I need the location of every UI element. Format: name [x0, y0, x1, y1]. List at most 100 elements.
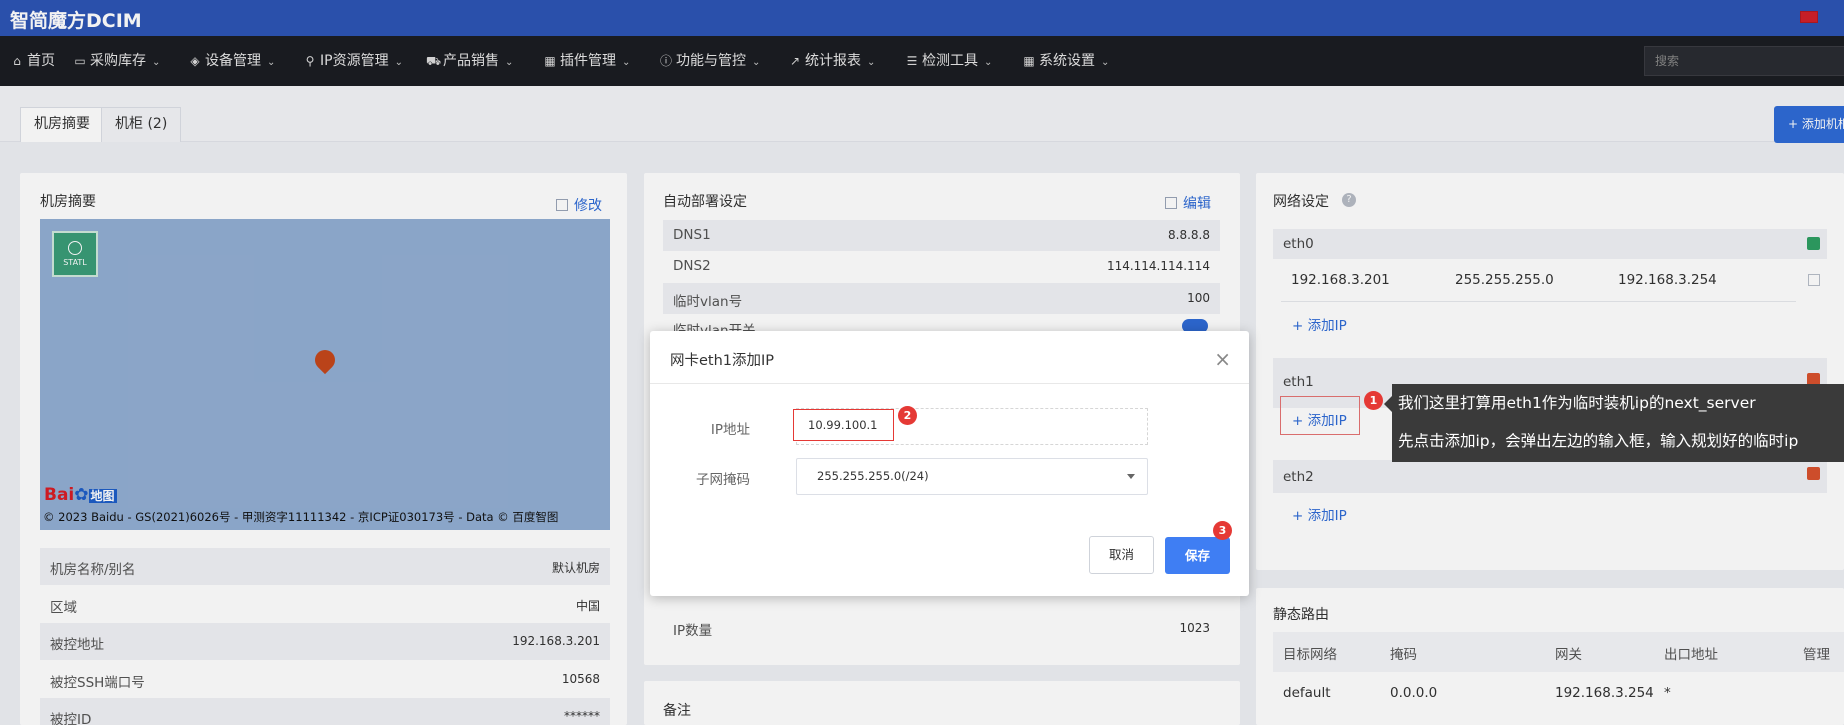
nav-label: 首页 [27, 53, 55, 69]
nav-label: IP资源管理 [320, 53, 389, 69]
cancel-button[interactable]: 取消 [1089, 536, 1154, 574]
row-key: DNS1 [673, 227, 711, 243]
route-target: default [1283, 685, 1331, 701]
notes-panel [644, 681, 1240, 725]
grid-icon: ▦ [544, 54, 556, 68]
deploy-row: DNS1 8.8.8.8 [663, 220, 1220, 251]
chevron-down-icon: ⌄ [752, 57, 761, 68]
row-value: ****** [564, 709, 600, 723]
route-th-exit: 出口地址 [1664, 647, 1718, 663]
nav-item-tools[interactable]: ☰ 检测工具 ⌄ [905, 36, 993, 86]
chevron-down-icon: ⌄ [1101, 57, 1110, 68]
map-view[interactable]: STATL Bai✿ 地图 © 2023 Baidu - GS(2021)6026… [40, 219, 610, 530]
map-marker-icon: ⚲ [305, 54, 315, 68]
map-copyright: © 2023 Baidu - GS(2021)6026号 - 甲测资字11111… [43, 510, 559, 524]
map-stamp-text: STATL [63, 258, 87, 267]
row-value: 114.114.114.114 [1106, 259, 1210, 273]
row-key: 被控地址 [50, 637, 104, 653]
row-value: 中国 [575, 599, 600, 613]
help-icon[interactable]: ? [1342, 193, 1356, 207]
main-nav: ⌂ 首页 ▭ 采购库存 ⌄ ◈ 设备管理 ⌄ ⚲ IP资源管理 ⌄ ⛟ 产品销售 ⌄ ▦ 插件管理 ⌄… [0, 36, 1844, 86]
nav-item-purchase[interactable]: ▭ 采购库存 ⌄ [73, 36, 160, 86]
route-th-mask: 掩码 [1390, 647, 1417, 663]
nav-item-stats[interactable]: ↗ 统计报表 ⌄ [788, 36, 875, 86]
chevron-down-icon: ⌄ [152, 57, 161, 68]
paw-icon: ✿ [74, 485, 89, 505]
search-input[interactable]: 搜索 [1644, 46, 1844, 76]
deploy-title: 自动部署设定 [663, 194, 747, 210]
ip-address-input[interactable]: 10.99.100.1 [793, 409, 894, 441]
eth0-mask: 255.255.255.0 [1455, 272, 1554, 288]
nav-item-plugins[interactable]: ▦ 插件管理 ⌄ [543, 36, 630, 86]
row-value: 192.168.3.201 [512, 634, 600, 648]
edit-icon [1165, 197, 1177, 209]
nav-label: 统计报表 [805, 53, 861, 69]
tab-cabinets[interactable]: 机柜 (2) [101, 107, 182, 142]
chevron-down-icon: ⌄ [622, 57, 631, 68]
tab-room-summary[interactable]: 机房摘要 [20, 107, 104, 142]
save-button[interactable]: 保存 [1165, 537, 1230, 574]
home-icon: ⌂ [13, 54, 21, 68]
divider [1281, 301, 1796, 302]
route-th-target: 目标网络 [1283, 647, 1337, 663]
nav-item-home[interactable]: ⌂ 首页 [10, 36, 55, 86]
summary-row: 被控地址 192.168.3.201 [40, 623, 610, 660]
nav-item-functions[interactable]: ⓘ 功能与管控 ⌄ [659, 36, 760, 86]
map-pin-icon[interactable] [310, 345, 340, 375]
eth0-gateway: 192.168.3.254 [1618, 272, 1717, 288]
baidu-logo: Bai✿ 地图 [44, 485, 117, 505]
eth2-status-icon [1807, 467, 1820, 480]
brand-bar: 智简魔方DCIM [0, 0, 1844, 36]
summary-row: 被控ID ****** [40, 698, 610, 725]
eth0-status-icon [1807, 237, 1820, 250]
ip-count-label: IP数量 [673, 623, 713, 639]
chart-line-icon: ↗ [789, 54, 801, 68]
summary-edit-label: 修改 [574, 198, 602, 214]
shopping-cart-icon: ⛟ [426, 54, 442, 68]
eth0-edit-icon[interactable] [1808, 274, 1820, 286]
row-value: 8.8.8.8 [1168, 228, 1210, 242]
chevron-down-icon: ⌄ [267, 57, 276, 68]
add-cabinet-button[interactable]: + 添加机柜 [1774, 106, 1844, 143]
nav-item-settings[interactable]: ▦ 系统设置 ⌄ [1022, 36, 1109, 86]
tooltip-line-2: 先点击添加ip，会弹出左边的输入框，输入规划好的临时ip [1398, 432, 1799, 450]
brand-title[interactable]: 智简魔方DCIM [10, 6, 142, 33]
chevron-down-icon: ⌄ [394, 57, 403, 68]
cart-icon: ▭ [74, 54, 86, 68]
row-value: 默认机房 [551, 561, 600, 575]
eth0-ip: 192.168.3.201 [1291, 272, 1390, 288]
eth1-add-ip-highlight [1280, 396, 1360, 435]
subnet-mask-label: 子网掩码 [696, 472, 750, 488]
nav-item-sales[interactable]: ⛟ 产品销售 ⌄ [426, 36, 513, 86]
dialog-divider [650, 383, 1249, 384]
ip-address-label: IP地址 [710, 422, 750, 438]
eth2-add-ip-link[interactable]: + 添加IP [1292, 504, 1347, 524]
deploy-row: 临时vlan开关 [663, 316, 1220, 331]
step-badge-2: 2 [898, 406, 917, 425]
nav-label: 系统设置 [1039, 53, 1095, 69]
eth0-name: eth0 [1283, 236, 1314, 252]
language-flag-icon[interactable] [1800, 11, 1818, 23]
summary-row: 区域 中国 [40, 586, 610, 623]
eth0-add-ip-link[interactable]: + 添加IP [1292, 314, 1347, 334]
map-stamp-icon: STATL [52, 231, 98, 277]
dialog-title: 网卡eth1添加IP [670, 353, 775, 369]
list-icon: ☰ [906, 54, 918, 68]
nav-item-devices[interactable]: ◈ 设备管理 ⌄ [188, 36, 275, 86]
temp-vlan-toggle[interactable] [1182, 319, 1208, 331]
subnet-mask-select[interactable]: 255.255.255.0(/24) [796, 458, 1148, 495]
edit-icon [556, 199, 568, 211]
summary-edit-link[interactable]: 修改 [556, 195, 602, 215]
baidu-logo-text: Bai [44, 485, 75, 505]
route-gateway: 192.168.3.254 [1555, 685, 1654, 701]
eth0-header: eth0 [1273, 229, 1827, 259]
row-value: 100 [1187, 291, 1210, 305]
nav-item-ip[interactable]: ⚲ IP资源管理 ⌄ [303, 36, 403, 86]
close-icon[interactable]: × [1214, 347, 1231, 371]
nav-label: 功能与管控 [676, 53, 746, 69]
deploy-edit-link[interactable]: 编辑 [1165, 193, 1211, 213]
route-th-manage: 管理 [1803, 647, 1830, 663]
cube-icon: ◈ [190, 54, 200, 68]
route-th-gateway: 网关 [1555, 647, 1582, 663]
row-key: 机房名称/别名 [50, 562, 136, 578]
